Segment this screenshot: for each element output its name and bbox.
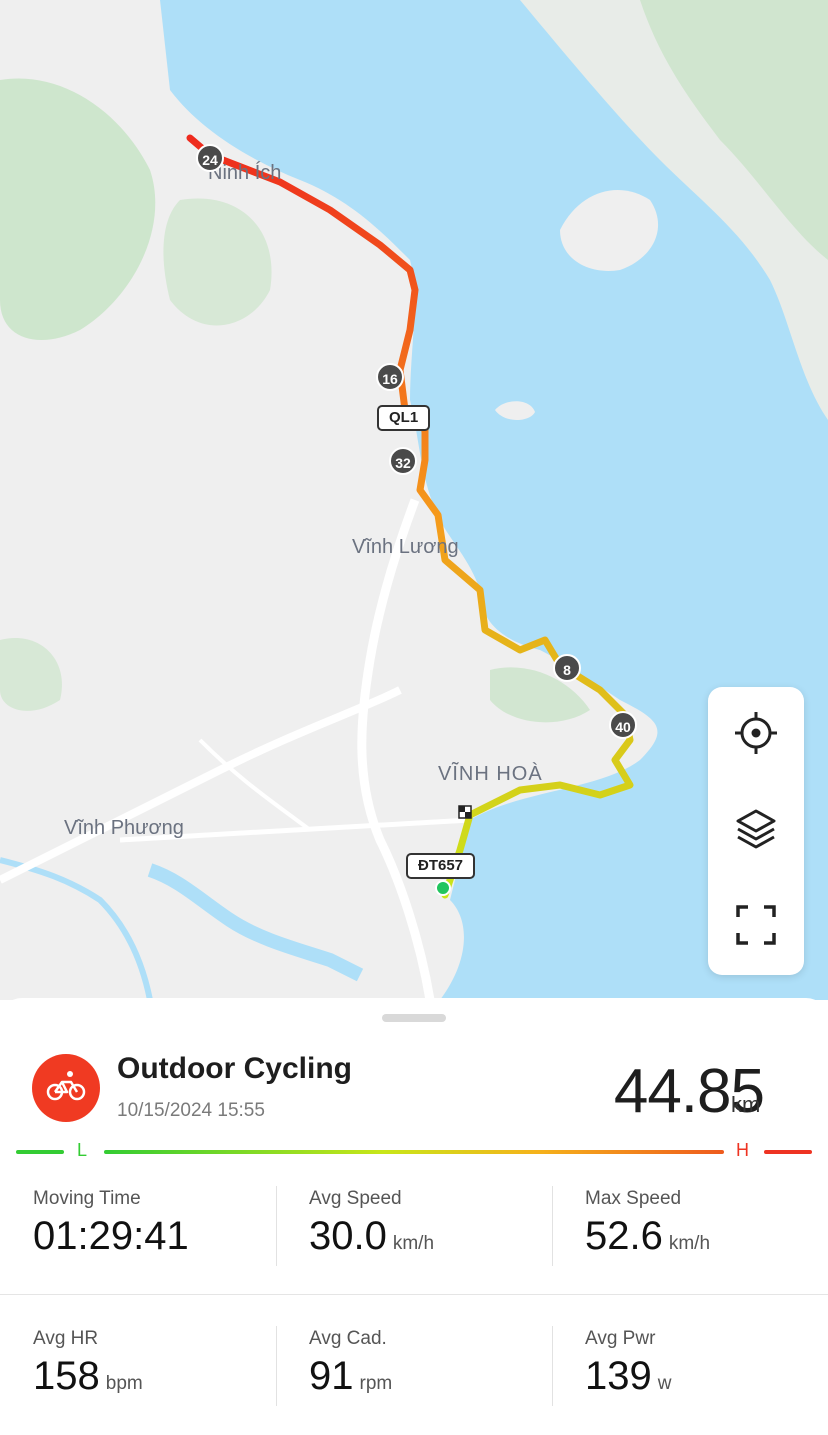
km-marker: 24: [196, 144, 224, 172]
row-divider: [0, 1294, 828, 1295]
activity-title: Outdoor Cycling: [117, 1052, 352, 1085]
legend-low-line: [16, 1150, 64, 1154]
metric-unit: rpm: [359, 1373, 393, 1394]
metric-value: 01:29:41: [33, 1214, 189, 1258]
layers-button[interactable]: [708, 783, 804, 879]
metric-avg-power: Avg Pwr 139 w: [552, 1328, 828, 1418]
place-label-vinh-hoa: VĨNH HOÀ: [438, 763, 543, 785]
fullscreen-icon: [735, 904, 777, 951]
metric-moving-time: Moving Time 01:29:41: [0, 1188, 276, 1278]
activity-summary-sheet: Outdoor Cycling 10/15/2024 15:55 44.85 k…: [0, 998, 828, 1435]
crosshair-icon: [733, 710, 779, 761]
sheet-grabber[interactable]: [382, 1014, 446, 1022]
map-background: [0, 0, 828, 1000]
metric-unit: km/h: [668, 1233, 711, 1254]
legend-high-line: [764, 1150, 812, 1154]
road-shield-dt657: ĐT657: [406, 853, 476, 879]
metric-unit: w: [657, 1373, 672, 1394]
metric-avg-hr: Avg HR 158 bpm: [0, 1328, 276, 1418]
km-marker: 8: [553, 654, 581, 682]
road-shield-ql1: QL1: [377, 405, 431, 431]
metric-label: Avg HR: [33, 1328, 99, 1349]
metric-value: 139: [585, 1354, 652, 1398]
metric-unit: km/h: [392, 1233, 435, 1254]
legend-high-label: H: [736, 1140, 749, 1160]
activity-date: 10/15/2024 15:55: [117, 1100, 265, 1121]
metric-value: 91: [309, 1354, 354, 1398]
metric-label: Max Speed: [585, 1188, 682, 1209]
locate-button[interactable]: [708, 687, 804, 783]
metric-label: Avg Speed: [309, 1188, 402, 1209]
map-controls-panel: [708, 687, 804, 975]
metric-unit: bpm: [105, 1373, 143, 1394]
metric-value: 52.6: [585, 1214, 663, 1258]
activity-type-badge: [32, 1054, 100, 1122]
place-label-vinh-luong: Vĩnh Lương: [352, 536, 459, 558]
metric-value: 30.0: [309, 1214, 387, 1258]
metric-value: 158: [33, 1354, 100, 1398]
distance-unit: km: [731, 1092, 761, 1117]
metric-label: Moving Time: [33, 1188, 141, 1209]
layers-icon: [734, 807, 778, 856]
km-marker: 32: [389, 447, 417, 475]
metric-avg-cadence: Avg Cad. 91 rpm: [276, 1328, 552, 1418]
bicycle-icon: [46, 1070, 86, 1107]
metric-max-speed: Max Speed 52.6 km/h: [552, 1188, 828, 1278]
legend-low-label: L: [77, 1140, 88, 1160]
metric-label: Avg Pwr: [585, 1328, 656, 1349]
km-marker: 40: [609, 711, 637, 739]
place-label-vinh-phuong: Vĩnh Phương: [64, 817, 184, 839]
route-map[interactable]: Ninh Ích Vĩnh Lương VĨNH HOÀ Vĩnh Phương…: [0, 0, 828, 1000]
km-marker: 16: [376, 363, 404, 391]
metric-avg-speed: Avg Speed 30.0 km/h: [276, 1188, 552, 1278]
fullscreen-button[interactable]: [708, 879, 804, 975]
metric-label: Avg Cad.: [309, 1328, 387, 1349]
start-point: [435, 880, 451, 896]
speed-gradient-bar: [104, 1150, 724, 1154]
